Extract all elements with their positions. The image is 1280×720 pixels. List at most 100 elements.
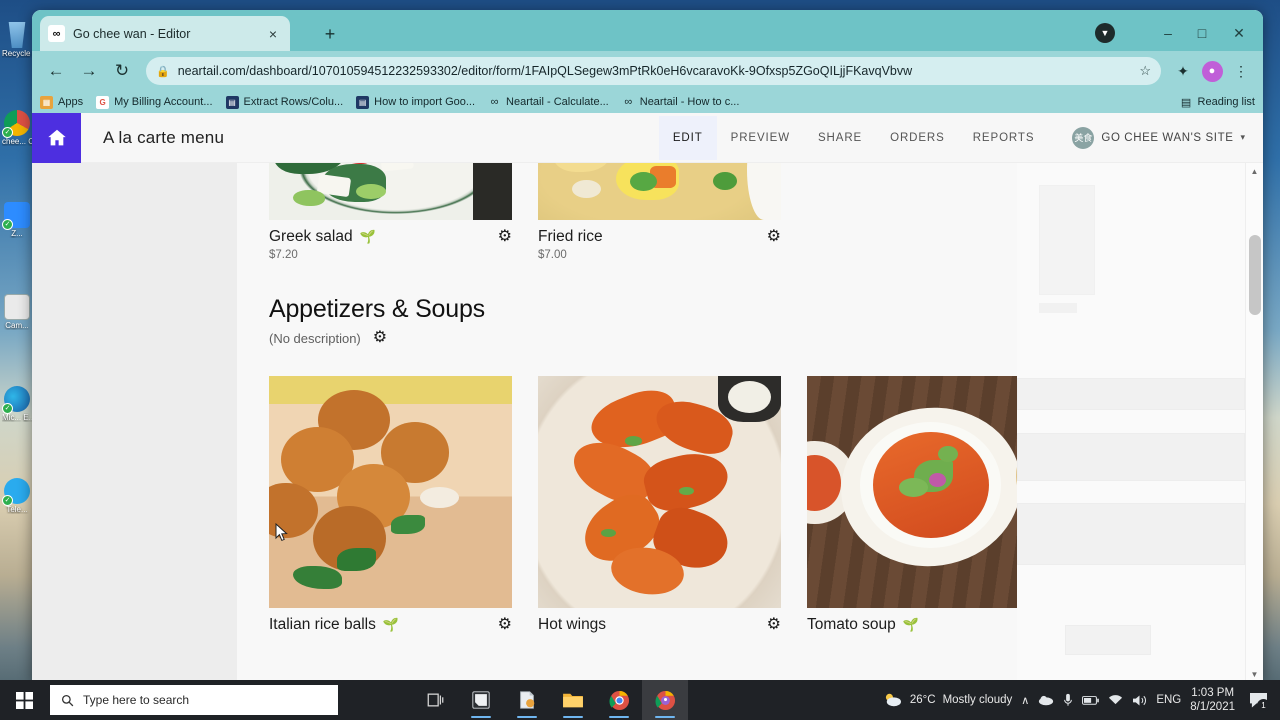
notification-icon[interactable]: 1 xyxy=(1244,680,1272,720)
section-title: Appetizers & Soups xyxy=(269,295,485,323)
gear-icon[interactable]: ⚙ xyxy=(767,229,781,245)
desktop-icon-zoom[interactable]: ✓ Z... xyxy=(2,202,32,238)
window-close-button[interactable]: ✕ xyxy=(1221,20,1257,46)
file-explorer-doc-icon[interactable] xyxy=(504,680,550,720)
microphone-icon[interactable] xyxy=(1063,693,1073,707)
star-icon[interactable]: ☆ xyxy=(1139,63,1151,79)
address-bar[interactable]: 🔒 neartail.com/dashboard/107010594512232… xyxy=(146,57,1161,85)
back-button[interactable]: ← xyxy=(41,56,71,86)
tab-edit[interactable]: EDIT xyxy=(658,115,717,160)
menu-item-card[interactable]: Tomato soup 🌱 ⚙ xyxy=(807,376,1017,634)
tray-expand-chevron-icon[interactable]: ∧ xyxy=(1021,694,1029,707)
windows-start-icon[interactable] xyxy=(0,680,48,720)
forward-button[interactable]: → xyxy=(74,56,104,86)
desktop-icon-chrome[interactable]: ✓ chee... Ch... xyxy=(2,110,32,146)
bookmark-extract-rows[interactable]: ▤ Extract Rows/Colu... xyxy=(225,95,343,109)
gear-icon[interactable]: ⚙ xyxy=(373,330,387,346)
window-minimize-button[interactable]: – xyxy=(1150,20,1186,46)
scroll-up-arrow[interactable]: ▲ xyxy=(1246,163,1263,179)
arancini-photo xyxy=(269,376,512,608)
menu-item-card[interactable]: Hot wings ⚙ xyxy=(538,376,781,634)
tab-share[interactable]: SHARE xyxy=(804,116,876,160)
bookmark-apps[interactable]: ▦ Apps xyxy=(40,95,83,109)
menu-item-header-row: Italian rice balls 🌱 ⚙ xyxy=(269,616,512,634)
chrome-icon[interactable] xyxy=(596,680,642,720)
browser-tab[interactable]: ∞ Go chee wan - Editor × xyxy=(40,16,290,51)
tab-strip: ∞ Go chee wan - Editor × + ▼ – □ ✕ xyxy=(32,10,1263,51)
clock[interactable]: 1:03 PM 8/1/2021 xyxy=(1190,686,1235,714)
clock-time: 1:03 PM xyxy=(1191,687,1235,699)
close-icon[interactable]: × xyxy=(264,25,282,43)
notification-count: 1 xyxy=(1257,699,1270,712)
onedrive-icon[interactable] xyxy=(1038,694,1054,706)
window-maximize-button[interactable]: □ xyxy=(1184,20,1220,46)
partly-cloudy-icon xyxy=(885,693,901,707)
menu-row-appetizers: Italian rice balls 🌱 ⚙ Hot wings ⚙ Tomat… xyxy=(269,376,1017,634)
bookmark-neartail-calculate[interactable]: ∞ Neartail - Calculate... xyxy=(488,96,609,109)
tomato-soup-photo xyxy=(807,376,1017,608)
reading-list-button[interactable]: ▤ Reading list xyxy=(1180,96,1255,109)
menu-item-header-row: Tomato soup 🌱 ⚙ xyxy=(807,616,1017,634)
tab-preview[interactable]: PREVIEW xyxy=(717,116,804,160)
avatar: 美食 xyxy=(1072,126,1095,149)
system-tray: 26°C Mostly cloudy ∧ ENG 1:03 PM 8/1/202… xyxy=(883,680,1280,720)
menu-item-card[interactable]: Italian rice balls 🌱 ⚙ xyxy=(269,376,512,634)
sync-check-icon: ✓ xyxy=(2,495,13,506)
desktop-icon-edge[interactable]: ✓ Mic... E... xyxy=(2,386,32,422)
extensions-icon[interactable]: ✦ xyxy=(1170,58,1196,84)
file-explorer-icon[interactable] xyxy=(550,680,596,720)
new-tab-button[interactable]: + xyxy=(318,22,342,46)
desktop-icon-camtasia[interactable]: Cam... xyxy=(2,294,32,330)
google-icon: G xyxy=(96,95,110,109)
site-selector[interactable]: 美食 GO CHEE WAN'S SITE ▾ xyxy=(1072,126,1245,149)
weather-desc: Mostly cloudy xyxy=(942,694,1013,706)
menu-row-top: Greek salad 🌱 ⚙ $7.20 Fried rice ⚙ $7.00 xyxy=(269,163,1017,261)
home-icon[interactable] xyxy=(32,113,81,163)
browser-toolbar: ← → ↻ 🔒 neartail.com/dashboard/107010594… xyxy=(32,51,1263,91)
desktop-icon-telegram[interactable]: ✓ Tele... xyxy=(2,478,32,514)
sticky-notes-icon[interactable] xyxy=(458,680,504,720)
ghost-image-placeholder xyxy=(1039,185,1095,295)
scrollbar-thumb[interactable] xyxy=(1249,235,1261,315)
right-rail-ghost-panel xyxy=(1017,163,1245,682)
site-name-label: GO CHEE WAN'S SITE xyxy=(1101,131,1234,144)
desktop-icon-recycle-bin[interactable]: Recycle Bin xyxy=(2,22,32,58)
menu-item-price: $7.00 xyxy=(538,249,567,261)
tab-reports[interactable]: REPORTS xyxy=(959,116,1049,160)
menu-editor-canvas: Greek salad 🌱 ⚙ $7.20 Fried rice ⚙ $7.00… xyxy=(237,163,1017,682)
vegetarian-sprout-icon: 🌱 xyxy=(359,229,376,244)
bookmark-billing[interactable]: G My Billing Account... xyxy=(96,95,213,109)
task-view-icon[interactable] xyxy=(412,680,458,720)
language-indicator[interactable]: ENG xyxy=(1156,694,1181,706)
menu-item-card[interactable]: Fried rice ⚙ $7.00 xyxy=(538,163,781,261)
bookmark-how-to-import[interactable]: ▤ How to import Goo... xyxy=(356,95,475,109)
chrome-incognito-icon[interactable] xyxy=(642,680,688,720)
desktop-icon-column: Recycle Bin ✓ chee... Ch... ✓ Z... Cam..… xyxy=(0,22,34,672)
desktop-icon-label: Cam... xyxy=(5,321,29,330)
reload-button[interactable]: ↻ xyxy=(107,56,137,86)
weather-widget[interactable]: 26°C Mostly cloudy xyxy=(883,692,1012,708)
tab-orders[interactable]: ORDERS xyxy=(876,116,959,160)
download-icon[interactable]: ▼ xyxy=(1095,23,1115,43)
wifi-icon[interactable] xyxy=(1108,694,1123,706)
bookmark-neartail-howto[interactable]: ∞ Neartail - How to c... xyxy=(622,96,739,109)
search-input[interactable]: Type here to search xyxy=(50,685,338,715)
avatar: ● xyxy=(1201,60,1223,82)
sync-check-icon: ✓ xyxy=(2,403,13,414)
desktop-icon-label: chee... Ch... xyxy=(2,137,32,146)
menu-item-card[interactable]: Greek salad 🌱 ⚙ $7.20 xyxy=(269,163,512,261)
gear-icon[interactable]: ⚙ xyxy=(498,617,512,633)
profile-avatar[interactable]: ● xyxy=(1199,58,1225,84)
gear-icon[interactable]: ⚙ xyxy=(767,617,781,633)
menu-item-name: Italian rice balls xyxy=(269,616,376,633)
page-scrollbar[interactable]: ▲ ▼ xyxy=(1245,163,1263,682)
neartail-icon: ∞ xyxy=(490,96,499,108)
gear-icon[interactable]: ⚙ xyxy=(498,229,512,245)
menu-item-price: $7.20 xyxy=(269,249,298,261)
chrome-menu-icon[interactable]: ⋮ xyxy=(1228,58,1254,84)
battery-icon[interactable] xyxy=(1082,695,1100,706)
volume-icon[interactable] xyxy=(1132,694,1147,707)
fried-rice-photo xyxy=(538,163,781,220)
clock-date: 8/1/2021 xyxy=(1190,701,1235,713)
menu-section-header: Appetizers & Soups (No description) ⚙ xyxy=(269,295,1017,346)
